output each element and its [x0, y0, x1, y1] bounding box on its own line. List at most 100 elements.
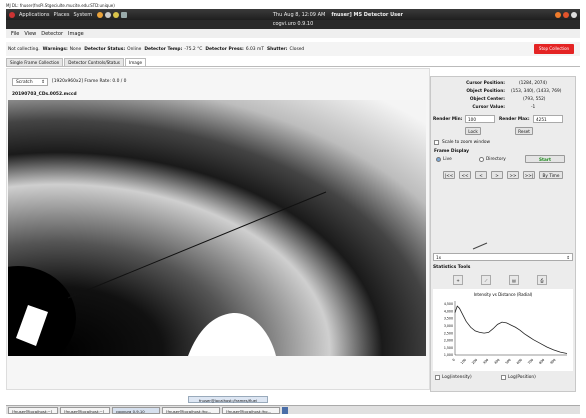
by-time-button[interactable]: By Time — [539, 171, 563, 179]
clock[interactable]: Thu Aug 8, 12:09 AM — [273, 12, 325, 18]
directory-label: Directory — [486, 157, 506, 162]
cursor-value-label: Cursor Value: — [472, 105, 505, 110]
y-tick-label: 2,000 — [444, 339, 453, 343]
log-intensity-checkbox[interactable] — [435, 375, 440, 380]
plus-icon[interactable]: + — [453, 275, 463, 285]
chart-marks — [454, 305, 568, 354]
chart-axes: 1,000 1,500 2,000 2,500 3,000 3,500 4,000 4,500… — [444, 301, 567, 365]
menu-applications[interactable]: Applications — [19, 12, 50, 18]
series-line — [454, 305, 568, 354]
scale-to-zoom-checkbox[interactable] — [434, 140, 439, 145]
tab-detector-controls[interactable]: Detector Controls/Status — [64, 58, 124, 66]
y-tick-label: 2,500 — [444, 331, 453, 335]
cursor-position-value: (1284, 2074) — [519, 81, 547, 86]
y-tick-label: 3,500 — [444, 317, 453, 321]
prev-frame-button[interactable]: < — [475, 171, 487, 179]
image-filename: 20190703_CDs.0052.mccd — [12, 92, 77, 97]
task-terminal-3[interactable]: [fnuser@localhost:/ho... — [162, 406, 220, 414]
object-center-row: Object Center: (793, 552) — [431, 97, 577, 103]
menu-places[interactable]: Places — [54, 12, 70, 18]
save-icon[interactable]: ▤ — [509, 275, 519, 285]
y-tick-label: 4,500 — [444, 302, 453, 306]
warnings-value: None — [69, 46, 82, 52]
start-button[interactable]: Start — [525, 155, 565, 163]
frame-display-title: Frame Display — [434, 149, 470, 154]
detector-temp-label: Detector Temp: — [144, 46, 183, 52]
zoom-preview[interactable] — [433, 185, 573, 251]
chart-title: Intensity vs Distance (Radial) — [474, 292, 533, 297]
firefox-launcher-icon[interactable] — [97, 11, 104, 18]
cursor-position-row: Cursor Position: (1284, 2074) — [431, 81, 577, 87]
redhat-logo-icon[interactable] — [9, 11, 15, 18]
last-frame-button[interactable]: >>| — [523, 171, 535, 179]
lock-button[interactable]: Lock — [465, 127, 481, 135]
warnings-label: Warnings: — [42, 46, 68, 52]
shutter-value: Closed — [289, 46, 305, 52]
detector-temp-value: -75.2 °C — [184, 46, 203, 52]
y-tick-label: 1,000 — [444, 353, 453, 357]
log-position-label: Log(Position) — [508, 375, 536, 380]
menu-image[interactable]: Image — [68, 31, 84, 37]
object-center-label: Object Center: — [469, 97, 505, 102]
terminal-launcher-icon[interactable] — [121, 11, 128, 18]
object-position-label: Object Position: — [466, 89, 505, 94]
menu-detector[interactable]: Detector — [41, 31, 63, 37]
scale-select-value: Scratch — [16, 80, 33, 85]
reset-button[interactable]: Reset — [515, 127, 533, 135]
collect-state: Not collecting. — [8, 46, 40, 52]
workspace-switcher-icon[interactable] — [282, 406, 288, 414]
focused-window-chip[interactable]: fnuser@localhost:/frames/fluel — [188, 396, 268, 403]
task-terminal-4[interactable]: [fnuser@localhost:/ho... — [222, 406, 280, 414]
taskbar: [fnuser@localhost:~] [fnuser@localhost:~… — [6, 405, 580, 414]
render-max-input[interactable]: 4251 — [533, 115, 563, 123]
window-title-bar[interactable]: cogvi.uro 0.9.10 — [6, 20, 580, 29]
object-position-value: (153, 340), (1433, 769) — [511, 89, 562, 94]
notes-launcher-icon[interactable] — [113, 11, 120, 18]
task-cogvura[interactable]: cogvura 0.9.10 — [112, 406, 160, 414]
gnome-top-panel: Applications Places System Thu Aug 8, 12… — [6, 9, 580, 20]
y-tick-label: 1,500 — [444, 346, 453, 350]
zoom-select[interactable]: 1x ⇕ — [433, 253, 573, 261]
rewind-button[interactable]: << — [459, 171, 471, 179]
chevron-down-icon: ⇕ — [41, 80, 45, 85]
live-radio[interactable] — [436, 157, 441, 162]
directory-radio[interactable] — [479, 157, 484, 162]
detector-image[interactable] — [8, 100, 426, 356]
task-terminal-1[interactable]: [fnuser@localhost:~] — [8, 406, 58, 414]
status-strip: Not collecting. Warnings: None Detector … — [6, 42, 580, 56]
help-launcher-icon[interactable] — [105, 11, 112, 18]
log-position-checkbox[interactable] — [501, 375, 506, 380]
network-icon[interactable] — [563, 11, 569, 18]
stop-collection-button[interactable]: Stop Collection — [534, 44, 574, 54]
menu-system[interactable]: System — [73, 12, 92, 18]
shutter-label: Shutter: — [266, 46, 288, 52]
first-frame-button[interactable]: |<< — [443, 171, 455, 179]
tab-image[interactable]: Image — [124, 58, 147, 66]
x-tick-label: 100 — [460, 358, 467, 365]
user-menu[interactable]: fnuser] MS Detector User — [331, 12, 403, 18]
window-title: cogvi.uro 0.9.10 — [272, 21, 314, 27]
x-tick-label: 800 — [538, 358, 545, 365]
cursor-position-label: Cursor Position: — [466, 81, 505, 86]
export-icon[interactable]: ⎙ — [537, 275, 547, 285]
x-tick-label: 300 — [482, 358, 489, 365]
control-panel: Cursor Position: (1284, 2074) Object Pos… — [430, 76, 576, 392]
y-tick-label: 4,000 — [444, 309, 453, 313]
fast-forward-button[interactable]: >> — [507, 171, 519, 179]
detector-status-label: Detector Status: — [84, 46, 126, 52]
x-tick-label: 500 — [505, 358, 512, 365]
update-notify-icon[interactable] — [555, 11, 561, 18]
scale-select[interactable]: Scratch ⇕ — [12, 78, 48, 86]
object-center-value: (793, 552) — [523, 97, 546, 102]
render-min-input[interactable]: 100 — [465, 115, 495, 123]
line-tool-icon[interactable]: ⟋ — [481, 275, 491, 285]
scale-to-zoom-label: Scale to zoom window — [442, 140, 490, 145]
menu-view[interactable]: View — [24, 31, 36, 37]
menu-file[interactable]: File — [11, 31, 19, 37]
next-frame-button[interactable]: > — [491, 171, 503, 179]
tab-single-frame-collection[interactable]: Single Frame Collection — [6, 58, 64, 66]
task-terminal-2[interactable]: [fnuser@localhost:~] — [60, 406, 110, 414]
zoom-select-value: 1x — [436, 255, 442, 260]
x-tick-label: 600 — [516, 358, 523, 365]
volume-icon[interactable] — [571, 11, 577, 18]
